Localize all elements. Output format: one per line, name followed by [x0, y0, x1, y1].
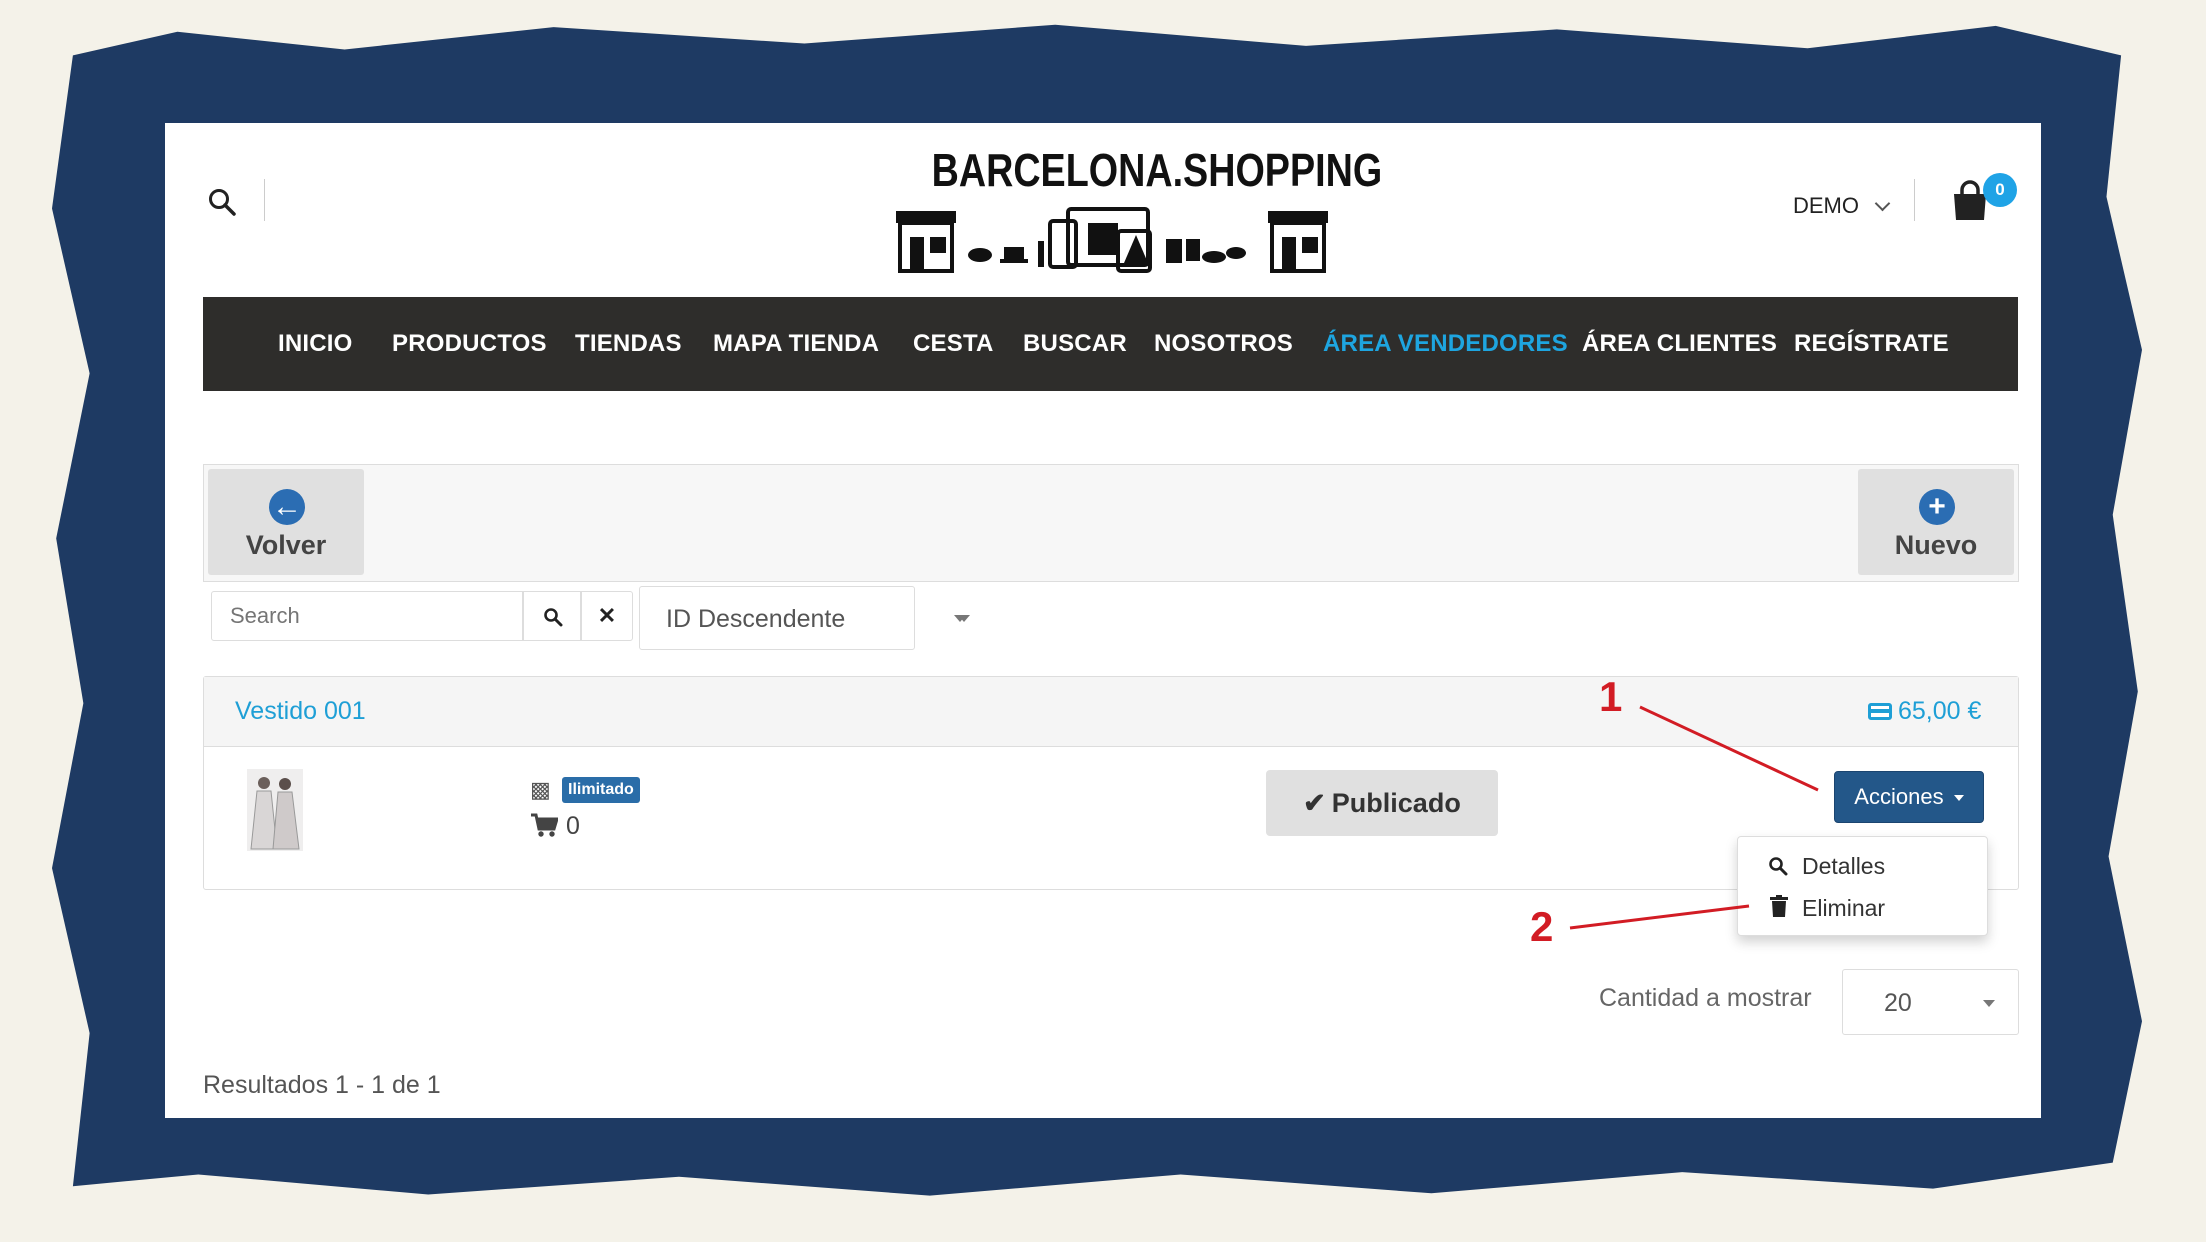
annotation-arrows: [1569, 705, 1819, 930]
annotation-number-2: 2: [1530, 903, 1554, 950]
annotation-number-1: 1: [1599, 673, 1623, 720]
